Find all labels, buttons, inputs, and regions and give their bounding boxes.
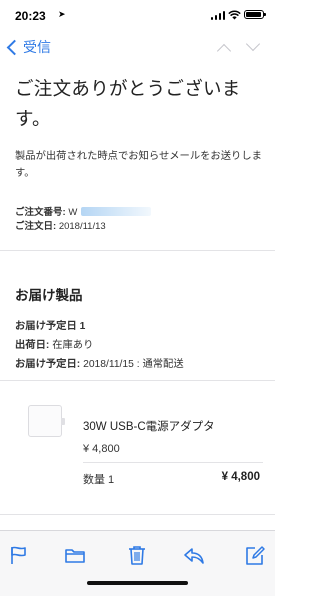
- flag-icon[interactable]: [8, 545, 30, 565]
- status-bar: 20:23 ➤: [0, 0, 275, 32]
- trash-icon[interactable]: [126, 545, 148, 565]
- status-time: 20:23: [15, 9, 46, 23]
- order-date-label: ご注文日:: [15, 221, 57, 232]
- ship-row: 出荷日: 在庫あり: [15, 336, 184, 355]
- eta-row: お届け予定日: 2018/11/15 : 通常配送: [15, 355, 184, 374]
- power-adapter-image: [28, 405, 65, 437]
- ship-value: 在庫あり: [52, 340, 94, 351]
- order-info: ご注文番号: W ご注文日: 2018/11/13: [15, 206, 152, 234]
- chevron-left-icon: [6, 39, 23, 55]
- delivery-info: お届け予定日 1 出荷日: 在庫あり お届け予定日: 2018/11/15 : …: [15, 317, 184, 374]
- wifi-icon: [228, 10, 241, 20]
- order-date-value: 2018/11/13: [58, 221, 106, 232]
- product-name: 30W USB-C電源アダプタ: [83, 421, 215, 433]
- ship-label: 出荷日:: [15, 340, 50, 351]
- product-price: ¥ 4,800: [83, 443, 120, 455]
- eta-value: 2018/11/15 : 通常配送: [83, 359, 184, 370]
- product-total: ¥ 4,800: [221, 471, 260, 483]
- nav-bar: 受信: [0, 32, 275, 62]
- home-indicator[interactable]: [87, 581, 188, 585]
- email-intro: 製品が出荷された時点でお知らせメールをお送りします。: [15, 151, 262, 179]
- folder-icon[interactable]: [64, 545, 86, 565]
- product-quantity: 数量 1: [83, 474, 115, 486]
- bottom-toolbar: [0, 530, 275, 596]
- cellular-signal-icon: [210, 11, 225, 20]
- back-button-label: 受信: [23, 39, 51, 55]
- product-divider: [0, 380, 275, 381]
- reply-icon[interactable]: [183, 545, 205, 565]
- battery-icon: [244, 10, 266, 19]
- redaction-mark: [81, 207, 152, 216]
- order-date-row: ご注文日: 2018/11/13: [15, 220, 151, 234]
- section-title: お届け製品: [15, 288, 83, 303]
- next-message-button[interactable]: [245, 36, 261, 52]
- compose-icon[interactable]: [244, 545, 266, 565]
- email-headline: ご注文ありがとうございます。: [15, 78, 241, 129]
- order-number-label: ご注文番号:: [15, 207, 66, 218]
- order-number-row: ご注文番号: W: [15, 206, 152, 220]
- back-button[interactable]: 受信: [5, 37, 51, 57]
- section-divider: [0, 250, 275, 251]
- previous-message-button[interactable]: [216, 43, 232, 59]
- order-number-value: W: [68, 207, 78, 218]
- bottom-divider: [0, 514, 275, 515]
- product-rule: [83, 462, 263, 463]
- location-arrow-icon: ➤: [58, 9, 66, 19]
- eta-label: お届け予定日:: [15, 359, 81, 370]
- delivery-group-title: お届け予定日 1: [15, 321, 86, 332]
